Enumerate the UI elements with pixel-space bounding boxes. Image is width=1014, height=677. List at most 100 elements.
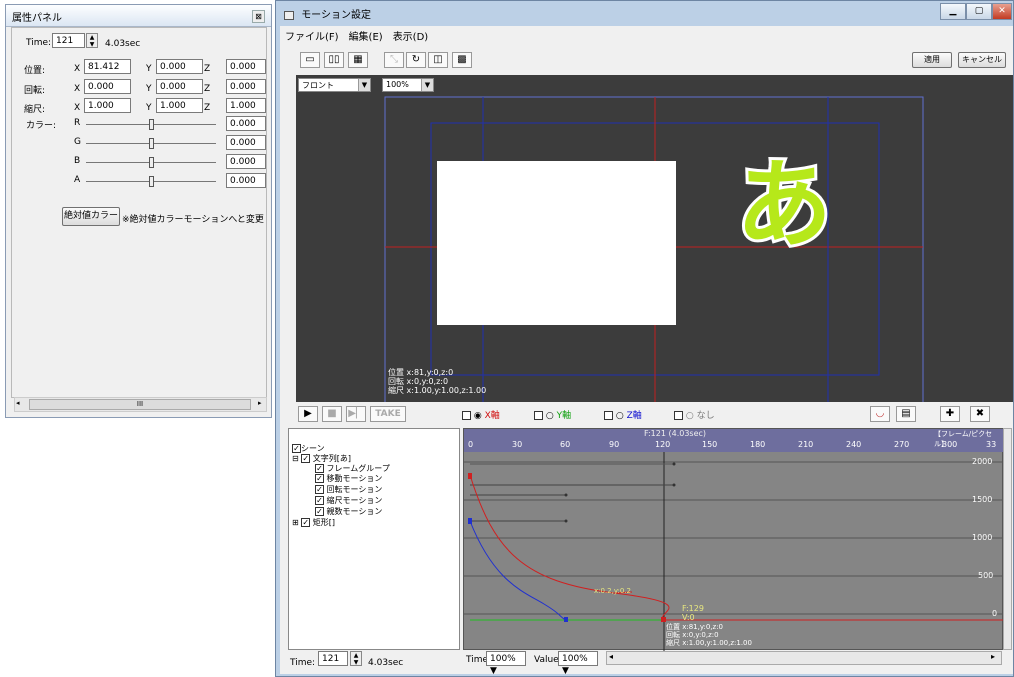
rotation-y-input[interactable]: 0.000: [156, 79, 203, 94]
close-icon[interactable]: ✕: [992, 3, 1012, 20]
axis-z-label: Z: [204, 84, 211, 94]
menu-file[interactable]: ファイル(F): [280, 26, 344, 45]
position-label: 位置:: [24, 66, 46, 76]
keyframe-icon[interactable]: ▤: [896, 406, 916, 422]
rotation-x-input[interactable]: 0.000: [84, 79, 131, 94]
color-g-input[interactable]: 0.000: [226, 135, 266, 150]
color-g-thumb[interactable]: [149, 138, 154, 149]
value-scale-value: 100%: [562, 654, 588, 664]
timeline-ruler[interactable]: [464, 429, 1004, 452]
color-r-thumb[interactable]: [149, 119, 154, 130]
delete-key-icon[interactable]: ✖: [970, 406, 990, 422]
scale-z-input[interactable]: 1.000: [226, 98, 266, 113]
tree-item-move-motion[interactable]: ✓ 移動モーション: [315, 473, 382, 484]
attribute-panel: 属性パネル ⊠ Time: 121 ▲ ▼ 4.03sec 位置: 回転: 縮尺:…: [5, 4, 272, 418]
scroll-right-icon[interactable]: ▸: [991, 652, 995, 661]
step-icon[interactable]: ▶▏: [346, 406, 366, 422]
checkbox-icon[interactable]: [674, 411, 683, 420]
close-icon[interactable]: ⊠: [252, 10, 265, 23]
tree-item-rect[interactable]: ⊞ ✓ 矩形[]: [292, 517, 335, 528]
motion-settings-window: モーション設定 ▁ ▢ ✕ ファイル(F) 編集(E) 表示(D) ▭ ▯▯ ▦ ⤡…: [275, 0, 1014, 677]
checkbox-icon[interactable]: [534, 411, 543, 420]
timeline-graph[interactable]: F:121 (4.03sec) 【フレーム/ピクセル】 0 30 60 90 1…: [463, 428, 1004, 651]
tree-item-label: 文字列[あ]: [312, 454, 352, 463]
position-x-input[interactable]: 81.412: [84, 59, 131, 74]
axis-toggle-z[interactable]: ○ Z軸: [604, 408, 642, 421]
axis-toggle-x[interactable]: ◉ X軸: [462, 408, 500, 421]
scrollbar-thumb[interactable]: III: [29, 399, 251, 410]
minimize-icon[interactable]: ▁: [940, 3, 966, 20]
axis-y-label: Y: [146, 64, 152, 74]
menu-view[interactable]: 表示(D): [388, 26, 434, 45]
bottom-time-spinner[interactable]: ▲ ▼: [350, 651, 362, 666]
window-icon: [284, 10, 294, 20]
single-view-icon[interactable]: ▭: [300, 52, 320, 68]
rotation-z-input[interactable]: 0.000: [226, 79, 266, 94]
tick-120: 120: [655, 440, 671, 449]
tree-item-scale-motion[interactable]: ✓ 縮尺モーション: [315, 495, 382, 506]
tick-60: 60: [560, 440, 571, 449]
horizontal-scrollbar[interactable]: ◂ III ▸: [14, 397, 267, 412]
time-spinner[interactable]: ▲ ▼: [86, 33, 98, 48]
color-r-input[interactable]: 0.000: [226, 116, 266, 131]
absolute-color-button[interactable]: 絶対値カラー: [62, 207, 120, 226]
scroll-left-icon[interactable]: ◂: [16, 399, 20, 407]
vertical-scrollbar[interactable]: [1003, 428, 1012, 650]
axis-x-label: X: [74, 103, 81, 113]
client-area: ▭ ▯▯ ▦ ⤡ ↻ ◫ ▩ 適用 キャンセル フロント ▼ 100% ▼ あ 位置…: [280, 44, 1013, 676]
bottom-time-input[interactable]: 121: [318, 651, 348, 666]
rotate-icon[interactable]: ↻: [406, 52, 426, 68]
frame-icon[interactable]: ◫: [428, 52, 448, 68]
color-a-input[interactable]: 0.000: [226, 173, 266, 188]
tree-item-label: シーン: [301, 444, 325, 453]
apply-button[interactable]: 適用: [912, 52, 952, 68]
axis-toggle-none[interactable]: ○ なし: [674, 408, 715, 421]
graph-curves: [464, 452, 1004, 651]
tick-240: 240: [846, 440, 862, 449]
position-y-input[interactable]: 0.000: [156, 59, 203, 74]
y-tick-1500: 1500: [972, 495, 993, 504]
tree-item-param-motion[interactable]: ✓ 親数モーション: [315, 506, 382, 517]
bottom-time-seconds: 4.03sec: [368, 658, 404, 668]
fit-icon[interactable]: ⤡: [384, 52, 404, 68]
tree-item-label: 回転モーション: [326, 485, 383, 494]
time-input[interactable]: 121: [52, 33, 85, 48]
chevron-down-icon[interactable]: ▼: [562, 666, 569, 676]
axis-toggle-none-label: なし: [696, 411, 715, 421]
quad-view-icon[interactable]: ▦: [348, 52, 368, 68]
scroll-left-icon[interactable]: ◂: [609, 652, 613, 661]
scale-y-input[interactable]: 1.000: [156, 98, 203, 113]
value-scale-select[interactable]: 100% ▼: [558, 651, 598, 676]
time-scale-select[interactable]: 100% ▼: [486, 651, 526, 676]
color-b-input[interactable]: 0.000: [226, 154, 266, 169]
color-a-thumb[interactable]: [149, 176, 154, 187]
y-tick-500: 500: [978, 571, 994, 580]
add-key-icon[interactable]: ✚: [940, 406, 960, 422]
axis-toggle-y[interactable]: ○ Y軸: [534, 408, 571, 421]
chevron-down-icon[interactable]: ▼: [490, 666, 497, 676]
viewport[interactable]: フロント ▼ 100% ▼ あ 位置 x:81,y:0,z:0 回転 x:0,y:0…: [296, 75, 1013, 402]
stop-icon[interactable]: ■: [322, 406, 342, 422]
checkbox-icon[interactable]: [462, 411, 471, 420]
texture-icon[interactable]: ▩: [452, 52, 472, 68]
scale-x-input[interactable]: 1.000: [84, 98, 131, 113]
menu-edit[interactable]: 編集(E): [344, 26, 388, 45]
window-titlebar: モーション設定: [276, 1, 1013, 25]
take-button[interactable]: TAKE: [370, 406, 406, 422]
axis-z-label: Z: [204, 103, 211, 113]
color-b-thumb[interactable]: [149, 157, 154, 168]
color-b-label: B: [74, 156, 81, 166]
position-z-input[interactable]: 0.000: [226, 59, 266, 74]
scroll-right-icon[interactable]: ▸: [258, 399, 262, 407]
timeline-cursor-label: F:121 (4.03sec): [644, 429, 707, 438]
checkbox-icon[interactable]: [604, 411, 613, 420]
play-icon[interactable]: ▶: [298, 406, 318, 422]
tree-item-rotate-motion[interactable]: ✓ 回転モーション: [315, 484, 382, 495]
maximize-icon[interactable]: ▢: [966, 3, 992, 20]
dual-view-icon[interactable]: ▯▯: [324, 52, 344, 68]
curve-icon[interactable]: ◡: [870, 406, 890, 422]
timeline-horizontal-scrollbar[interactable]: ◂ ▸: [606, 651, 1002, 665]
cancel-button[interactable]: キャンセル: [958, 52, 1006, 68]
graph-info-scale: 縮尺 x:1.00,y:1.00,z:1.00: [666, 639, 752, 647]
tree-item-label: フレームグループ: [326, 464, 390, 473]
